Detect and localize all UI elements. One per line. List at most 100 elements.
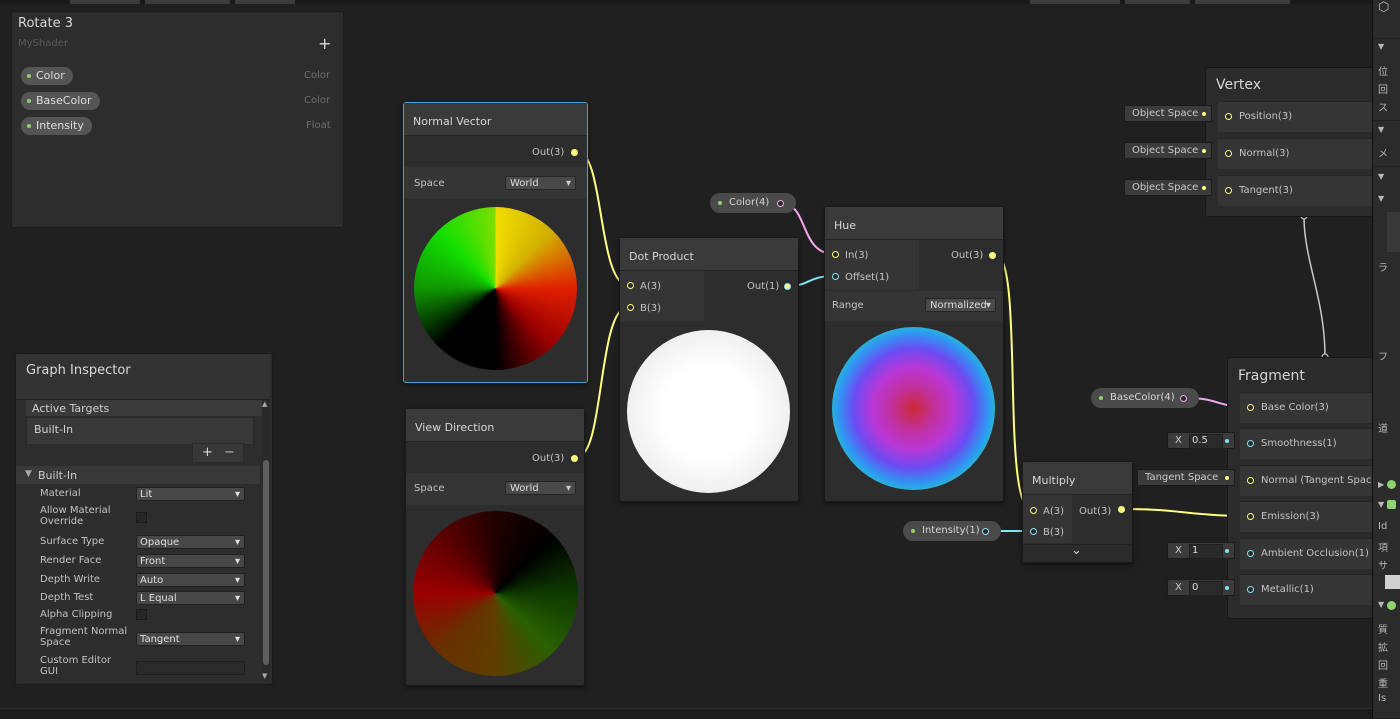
basecolor-property-node[interactable]: BaseColor(4) <box>1091 388 1199 408</box>
add-property-button[interactable]: + <box>318 34 331 53</box>
ambient-occlusion-input[interactable]: X1 <box>1167 542 1235 559</box>
toolbar-button[interactable] <box>145 0 230 4</box>
object-space-input[interactable]: Object Space <box>1124 142 1212 159</box>
input-port-offset[interactable] <box>832 273 839 280</box>
remove-target-button[interactable]: − <box>224 445 235 460</box>
material-dropdown[interactable]: Lit <box>136 487 245 501</box>
active-targets-label: Active Targets <box>32 402 110 415</box>
dot-product-node[interactable]: Dot Product A(3) B(3) Out(1) <box>619 237 799 502</box>
input-port-in[interactable] <box>832 251 839 258</box>
input-port[interactable] <box>1225 187 1232 194</box>
output-port[interactable] <box>989 252 996 259</box>
metallic-input[interactable]: X0 <box>1167 579 1235 596</box>
property-node-label: BaseColor(4) <box>1110 392 1175 403</box>
range-dropdown[interactable]: Normalized <box>925 298 996 313</box>
fragment-normal-space-dropdown[interactable]: Tangent <box>136 632 245 646</box>
hue-node[interactable]: Hue In(3) Offset(1) Out(3) Range Normali… <box>824 206 1004 502</box>
port-label: A(3) <box>1043 506 1065 517</box>
inspector-field[interactable] <box>1385 575 1400 589</box>
foldout-arrow-icon[interactable]: ▼ <box>1378 125 1384 134</box>
input-port[interactable] <box>1225 113 1232 120</box>
graph-inspector[interactable]: Graph Inspector Active Targets Built-In … <box>15 353 273 685</box>
metallic-value-field[interactable]: 0 <box>1189 581 1223 596</box>
render-face-dropdown[interactable]: Front <box>136 554 245 568</box>
intensity-property-node[interactable]: Intensity(1) <box>903 521 1001 541</box>
property-intensity[interactable]: Intensity <box>21 117 92 135</box>
slot-label: Base Color(3) <box>1261 402 1329 413</box>
component-icon <box>1387 601 1396 610</box>
scroll-down-icon[interactable]: ▼ <box>262 672 267 680</box>
builtin-section-header[interactable]: ▼ Built-In <box>16 466 260 484</box>
target-list[interactable]: Built-In <box>26 417 254 445</box>
toolbar-button[interactable] <box>70 0 140 4</box>
range-label: Range <box>832 300 864 311</box>
port-label: Out(3) <box>951 250 984 261</box>
view-direction-preview <box>413 511 578 676</box>
expand-chevron-icon[interactable]: ⌄ <box>1071 543 1082 558</box>
allow-material-override-checkbox[interactable] <box>136 512 147 523</box>
inspector-scrollbar[interactable]: ▲ ▼ <box>262 400 270 682</box>
tangent-space-input[interactable]: Tangent Space <box>1137 469 1235 486</box>
foldout-arrow-icon[interactable]: ▼ <box>1378 172 1384 181</box>
foldout-arrow-icon[interactable]: ▼ <box>1378 600 1384 609</box>
output-port[interactable] <box>1180 395 1187 402</box>
ambient-occlusion-value-field[interactable]: 1 <box>1189 544 1223 559</box>
scrollbar-thumb[interactable] <box>263 460 269 665</box>
inspector-panel[interactable]: ⬡ ▼ 位 回 ス ▼ メ ▼ ▼ ラ フ 道 ▶ ▼ Id 項 サ ▼ 質 拡… <box>1372 0 1400 718</box>
toolbar-button[interactable] <box>235 0 295 4</box>
space-dropdown[interactable]: World <box>505 481 576 496</box>
input-port[interactable] <box>1247 550 1254 557</box>
output-port[interactable] <box>571 149 578 156</box>
alpha-clipping-checkbox[interactable] <box>136 609 147 620</box>
output-port[interactable] <box>982 528 989 535</box>
input-port[interactable] <box>1247 586 1254 593</box>
foldout-arrow-icon[interactable]: ▶ <box>1378 480 1384 489</box>
surface-type-label: Surface Type <box>40 536 105 547</box>
toolbar-button[interactable] <box>1125 0 1190 4</box>
toolbar-button[interactable] <box>1030 0 1120 4</box>
output-port[interactable] <box>777 200 784 207</box>
smoothness-input[interactable]: X 0.5 <box>1167 432 1235 449</box>
input-port[interactable] <box>1225 150 1232 157</box>
smoothness-value-field[interactable]: 0.5 <box>1189 434 1223 449</box>
target-item-builtin[interactable]: Built-In <box>34 423 73 436</box>
normal-vector-node[interactable]: Normal Vector Out(3) Space World <box>403 102 588 383</box>
toolbar-button[interactable] <box>1195 0 1290 4</box>
multiply-node[interactable]: Multiply A(3) B(3) Out(3) ⌄ <box>1022 461 1133 563</box>
input-port[interactable] <box>1247 440 1254 447</box>
inspector-row: フ <box>1378 352 1388 363</box>
color-property-node[interactable]: Color(4) <box>710 193 796 213</box>
output-port[interactable] <box>784 283 791 290</box>
input-port[interactable] <box>1247 513 1254 520</box>
foldout-arrow-icon[interactable]: ▼ <box>1378 194 1384 203</box>
input-port[interactable] <box>1247 404 1254 411</box>
object-space-input[interactable]: Object Space <box>1124 179 1212 196</box>
node-title: Hue <box>834 219 857 232</box>
space-dropdown[interactable]: World <box>505 176 576 191</box>
object-space-input[interactable]: Object Space <box>1124 105 1212 122</box>
input-port-b[interactable] <box>627 304 634 311</box>
input-port-a[interactable] <box>1030 507 1037 514</box>
input-port[interactable] <box>1247 477 1254 484</box>
scroll-up-icon[interactable]: ▲ <box>262 400 267 408</box>
output-port[interactable] <box>571 455 578 462</box>
foldout-arrow-icon[interactable]: ▼ <box>1378 42 1384 51</box>
surface-type-dropdown[interactable]: Opaque <box>136 535 245 549</box>
inspector-row: メ <box>1378 149 1388 160</box>
custom-editor-gui-field[interactable] <box>136 661 245 675</box>
foldout-arrow-icon[interactable]: ▼ <box>25 469 32 479</box>
fragment-block[interactable]: Fragment Base Color(3) Smoothness(1) Nor… <box>1227 357 1400 619</box>
add-target-button[interactable]: + <box>202 445 213 460</box>
property-basecolor[interactable]: BaseColor <box>21 92 100 110</box>
property-color[interactable]: Color <box>21 67 73 85</box>
view-direction-node[interactable]: View Direction Out(3) Space World <box>405 408 585 686</box>
input-port-a[interactable] <box>627 282 634 289</box>
property-node-label: Intensity(1) <box>922 525 980 536</box>
depth-test-dropdown[interactable]: L Equal <box>136 591 245 605</box>
foldout-arrow-icon[interactable]: ▼ <box>1378 500 1384 509</box>
input-port-b[interactable] <box>1030 528 1037 535</box>
output-port[interactable] <box>1118 506 1125 513</box>
vertex-block[interactable]: Vertex Position(3) Normal(3) Tangent(3) <box>1205 67 1400 217</box>
slot-label: Position(3) <box>1239 111 1293 122</box>
depth-write-dropdown[interactable]: Auto <box>136 573 245 587</box>
